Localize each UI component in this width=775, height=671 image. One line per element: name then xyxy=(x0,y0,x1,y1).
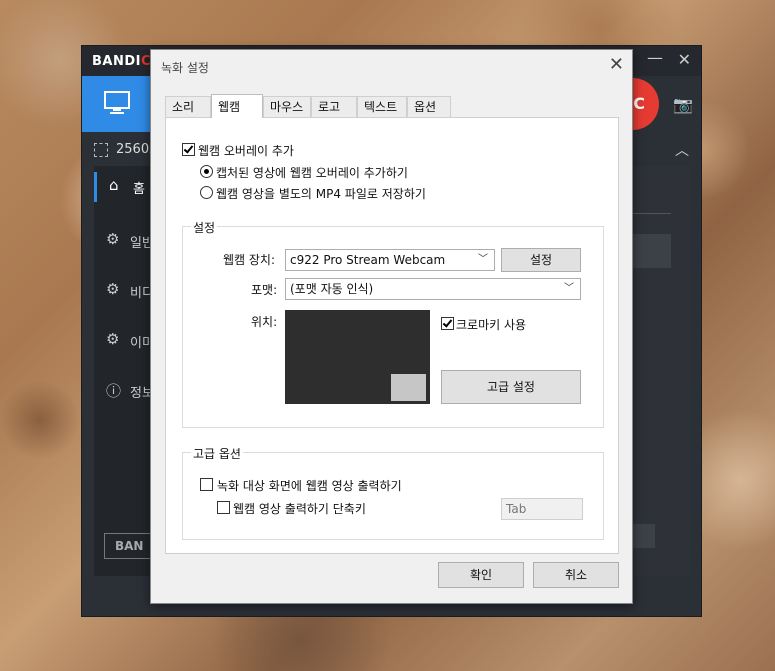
settings-group: 설정 웹캠 장치: c922 Pro Stream Webcam ﹀ 설정 포맷… xyxy=(182,219,604,428)
device-label: 웹캠 장치: xyxy=(223,253,276,267)
screen-mode-button[interactable] xyxy=(82,76,152,132)
tab-webcam[interactable]: 웹캠 xyxy=(211,94,263,118)
chevron-down-icon: ﹀ xyxy=(564,283,574,294)
tab-text[interactable]: 텍스트 xyxy=(357,96,407,117)
settings-group-title: 설정 xyxy=(191,219,218,236)
format-select[interactable]: (포맷 자동 인식) ﹀ xyxy=(285,278,581,300)
cancel-button[interactable]: 취소 xyxy=(533,562,619,588)
home-icon: ⌂ xyxy=(109,176,119,194)
hotkey-checkbox[interactable] xyxy=(217,501,230,514)
overlay-capture-radio[interactable] xyxy=(200,165,213,178)
webcam-device-value: c922 Pro Stream Webcam xyxy=(290,253,446,267)
tab-sound[interactable]: 소리 xyxy=(165,96,211,117)
hotkey-label: 웹캠 영상 출력하기 단축키 xyxy=(233,502,366,516)
chromakey-label: 크로마키 사용 xyxy=(456,318,527,332)
tab-options[interactable]: 옵션 xyxy=(407,96,451,117)
close-icon[interactable]: ✕ xyxy=(678,50,691,69)
hotkey-input[interactable]: Tab xyxy=(501,498,583,520)
image-settings-icon: ⚙ xyxy=(106,330,120,348)
sidebar-item-label: 홈 xyxy=(133,182,145,197)
webcam-overlay-checkbox[interactable] xyxy=(182,143,195,156)
minimize-icon[interactable]: — xyxy=(647,48,663,67)
chromakey-checkbox[interactable] xyxy=(441,317,454,330)
chevron-down-icon: ﹀ xyxy=(478,254,488,265)
separate-mp4-radio[interactable] xyxy=(200,186,213,199)
info-icon: ⓘ xyxy=(106,382,122,400)
tab-logo[interactable]: 로고 xyxy=(311,96,357,117)
webcam-device-select[interactable]: c922 Pro Stream Webcam ﹀ xyxy=(285,249,495,271)
advanced-options-group: 고급 옵션 녹화 대상 화면에 웹캠 영상 출력하기 웹캠 영상 출력하기 단축… xyxy=(182,445,604,540)
webcam-position-box[interactable] xyxy=(391,374,426,401)
bandicam-logo: BANDIC xyxy=(92,54,152,69)
gear-icon: ⚙ xyxy=(106,230,120,248)
monitor-icon xyxy=(104,91,130,114)
position-label: 위치: xyxy=(251,315,278,329)
separate-mp4-label: 웹캠 영상을 별도의 MP4 파일로 저장하기 xyxy=(216,187,426,201)
overlay-capture-label: 캡처된 영상에 웹캠 오버레이 추가하기 xyxy=(216,166,408,180)
mode-thumbnail[interactable] xyxy=(633,234,671,268)
tab-mouse[interactable]: 마우스 xyxy=(263,96,311,117)
dialog-title: 녹화 설정 xyxy=(161,61,209,75)
recording-settings-dialog: 녹화 설정 ✕ 소리 웹캠 마우스 로고 텍스트 옵션 웹캠 오버레이 추가 캡… xyxy=(150,49,633,604)
webcam-tab-panel: 웹캠 오버레이 추가 캡처된 영상에 웹캠 오버레이 추가하기 웹캠 영상을 별… xyxy=(165,117,619,554)
advanced-options-title: 고급 옵션 xyxy=(191,445,243,462)
selection-icon xyxy=(94,143,108,157)
output-to-screen-checkbox[interactable] xyxy=(200,478,213,491)
webcam-overlay-label: 웹캠 오버레이 추가 xyxy=(198,144,294,158)
chevron-up-icon[interactable]: ︿ xyxy=(675,140,689,160)
format-label: 포맷: xyxy=(251,283,278,297)
device-settings-button[interactable]: 설정 xyxy=(501,248,581,272)
format-value: (포맷 자동 인식) xyxy=(290,282,374,296)
camera-icon[interactable]: 📷 xyxy=(673,95,693,114)
advanced-settings-button[interactable]: 고급 설정 xyxy=(441,370,581,404)
video-settings-icon: ⚙ xyxy=(106,280,120,298)
close-icon[interactable]: ✕ xyxy=(609,54,624,75)
ok-button[interactable]: 확인 xyxy=(438,562,524,588)
webcam-position-preview[interactable] xyxy=(285,310,430,404)
output-to-screen-label: 녹화 대상 화면에 웹캠 영상 출력하기 xyxy=(217,479,402,493)
